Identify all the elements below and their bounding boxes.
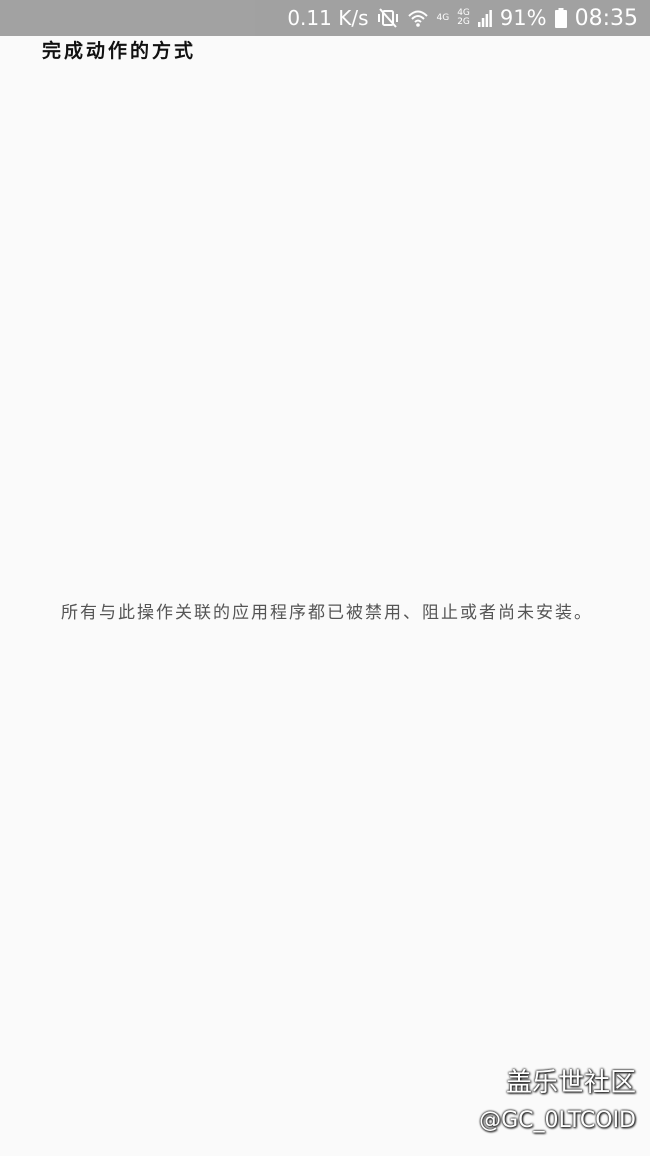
watermark: 盖乐世社区 @GC_0LTCOID [479, 1064, 636, 1138]
network-b-bottom-label: 2G [457, 17, 470, 27]
watermark-brand: 盖乐世社区 [505, 1068, 636, 1098]
status-bar: 0.11 K/s 4G 4G 2G 91% 08:35 [0, 0, 650, 36]
net-speed: 0.11 K/s [287, 6, 369, 30]
screen: 0.11 K/s 4G 4G 2G 91% 08:35 完成动作的方式 所有与此… [0, 0, 650, 1156]
network-type-b: 4G 2G [457, 9, 470, 27]
signal-icon [477, 9, 492, 27]
network-type-a: 4G [436, 12, 450, 23]
dialog-title: 完成动作的方式 [42, 40, 197, 62]
watermark-handle: @GC_0LTCOID [479, 1108, 636, 1133]
wifi-icon [407, 8, 429, 28]
battery-percent: 91% [499, 6, 547, 30]
network-a-label: 4G [436, 12, 450, 23]
battery-icon [554, 8, 567, 28]
empty-message: 所有与此操作关联的应用程序都已被禁用、阻止或者尚未安装。 [61, 603, 593, 623]
mute-vibrate-icon [377, 8, 399, 28]
clock: 08:35 [574, 5, 638, 31]
